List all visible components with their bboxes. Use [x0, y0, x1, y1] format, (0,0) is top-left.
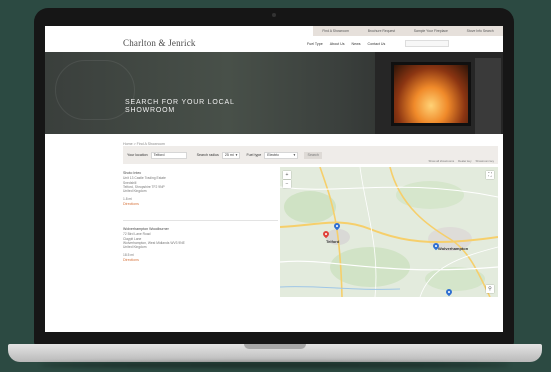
nav-news[interactable]: News: [352, 42, 361, 46]
fullscreen-icon[interactable]: ⛶: [486, 171, 494, 179]
utility-link-stove-info[interactable]: Stove Info Search: [467, 29, 494, 33]
fuel-select[interactable]: Electric ▾: [264, 151, 299, 159]
map-tiles: [280, 167, 498, 297]
nav-contact-us[interactable]: Contact Us: [368, 42, 386, 46]
site-logo[interactable]: Charlton & Jenrick: [123, 38, 196, 48]
zoom-in-button[interactable]: +: [283, 171, 291, 179]
map-key-links: Show all showrooms Dealer key Showroom k…: [428, 159, 494, 163]
showroom-search-panel: Your location Telford Search radius 25 m…: [123, 146, 498, 164]
fuel-label: Fuel type: [246, 153, 262, 157]
radius-select[interactable]: 25 mi ▾: [221, 151, 241, 159]
showroom-key-link[interactable]: Showroom key: [476, 159, 495, 163]
stove-image: [375, 52, 503, 134]
radius-label: Search radius: [196, 153, 219, 157]
result-address: United Kingdom: [123, 245, 147, 250]
fuel-value: Electric: [267, 152, 280, 157]
street-view-icon[interactable]: ⚲: [486, 285, 494, 293]
utility-link-showroom[interactable]: Find A Showroom: [322, 29, 349, 33]
utility-link-sample[interactable]: Sample Your Fireplace: [414, 29, 448, 33]
laptop-notch: [244, 344, 306, 349]
radius-value: 25 mi: [224, 152, 234, 157]
search-button[interactable]: Search: [304, 151, 323, 159]
location-label: Your location: [127, 153, 148, 157]
main-nav: Fuel Type About Us News Contact Us: [307, 42, 385, 46]
laptop-base: [8, 344, 542, 362]
directions-link[interactable]: Directions: [123, 202, 278, 206]
stove-side: [475, 58, 501, 134]
browser-screen: Find A Showroom Brochure Request Sample …: [45, 26, 503, 332]
dealer-key-link[interactable]: Dealer key: [458, 159, 471, 163]
list-item[interactable]: Wolverhampton Woodburner 72 Bird Lane Ro…: [123, 227, 278, 283]
directions-link[interactable]: Directions: [123, 258, 278, 262]
utility-link-brochure[interactable]: Brochure Request: [368, 29, 395, 33]
result-name: Wolverhampton Woodburner: [123, 227, 169, 231]
results-list: Shoto Intec Unit 13 Castle Trading Estat…: [123, 167, 278, 297]
location-input[interactable]: Telford: [150, 151, 187, 159]
hero-banner: SEARCH FOR YOUR LOCAL SHOWROOM: [45, 52, 503, 134]
zoom-out-button[interactable]: −: [283, 180, 291, 188]
result-name: Shoto Intec: [123, 171, 142, 175]
utility-bar: Find A Showroom Brochure Request Sample …: [45, 26, 503, 36]
result-address: United Kingdom: [123, 189, 147, 194]
chevron-down-icon: ▾: [235, 152, 238, 157]
utility-links: Find A Showroom Brochure Request Sample …: [313, 26, 503, 36]
show-all-link[interactable]: Show all showrooms: [428, 159, 454, 163]
hero-title: SEARCH FOR YOUR LOCAL SHOWROOM: [125, 99, 235, 114]
stove-fire-window: [391, 62, 471, 126]
city-label-wolverhampton: Wolverhampton: [438, 246, 469, 251]
camera-icon: [272, 13, 276, 17]
city-label-telford: Telford: [326, 239, 340, 244]
nav-fuel-type[interactable]: Fuel Type: [307, 42, 323, 46]
nav-search-input[interactable]: [405, 40, 449, 47]
hero-decoration: [55, 60, 135, 120]
result-distance: 1.8 mi: [123, 196, 132, 201]
showroom-map[interactable]: + − ⛶ ⚲ Telford Wolverhampton: [280, 167, 498, 297]
nav-about-us[interactable]: About Us: [330, 42, 345, 46]
laptop-shadow: [40, 362, 510, 368]
list-item[interactable]: Shoto Intec Unit 13 Castle Trading Estat…: [123, 171, 278, 221]
chevron-down-icon: ▾: [293, 152, 296, 157]
result-distance: 18.5 mi: [123, 252, 134, 257]
